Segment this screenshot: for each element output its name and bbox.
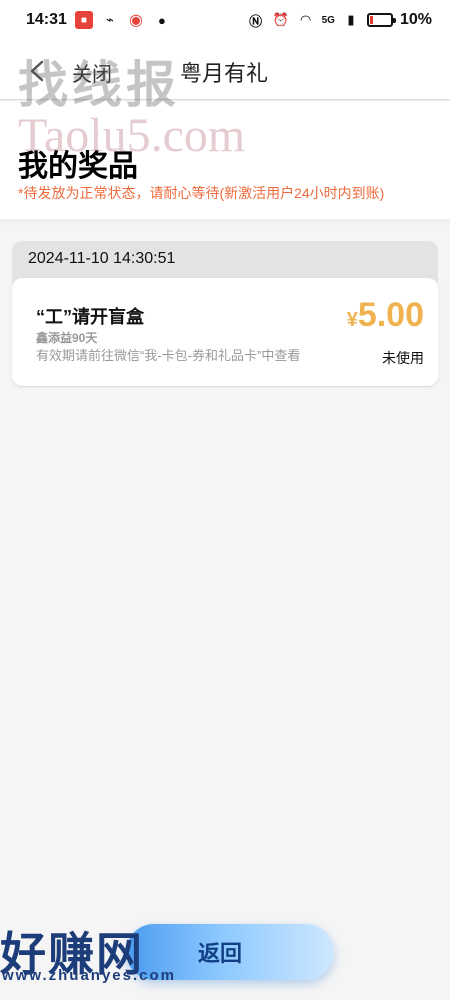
prize-status: 未使用 <box>382 350 424 366</box>
link-icon: ⌁ <box>106 12 114 27</box>
prize-card[interactable]: “工”请开盲盒 鑫添益90天 有效期请前往微信“我-卡包-券和礼品卡”中查看 ¥… <box>12 278 438 386</box>
status-time: 14:31 <box>26 11 67 28</box>
network-type: 5G <box>321 14 335 26</box>
page-title: 我的奖品 <box>18 150 138 183</box>
currency-symbol: ¥ <box>346 309 358 331</box>
record-time: 2024-11-10 14:30:51 <box>28 250 176 267</box>
prize-record: 2024-11-10 14:30:51 “工”请开盲盒 鑫添益90天 有效期请前… <box>12 241 438 387</box>
nav-bar: 关闭 粤月有礼 <box>0 40 450 100</box>
status-bar: 14:31 ■ ⌁ ◉ ● Ⓝ ⏰ ◠ 5G ▮ 10% <box>0 0 450 40</box>
header-card: 我的奖品 *待发放为正常状态，请耐心等待(新激活用户24小时内到账) <box>0 101 450 219</box>
battery-percent: 10% <box>399 11 432 28</box>
signal-icon: ▮ <box>347 12 355 27</box>
status-right: Ⓝ ⏰ ◠ 5G ▮ 10% <box>247 11 432 29</box>
prize-name: “工”请开盲盒 <box>36 307 144 327</box>
prize-price: ¥5.00 <box>347 296 424 335</box>
notice-text: *待发放为正常状态，请耐心等待(新激活用户24小时内到账) <box>18 185 385 201</box>
battery-icon <box>366 13 396 27</box>
nfc-icon: Ⓝ <box>249 13 263 29</box>
close-button[interactable]: 关闭 <box>72 58 112 87</box>
chevron-left-icon <box>30 60 44 82</box>
prize-subtitle: 鑫添益90天 <box>36 331 98 345</box>
status-left: 14:31 ■ ⌁ ◉ ● <box>26 11 171 29</box>
watermark-bottom-url: www.zhuanyes.com <box>2 967 176 984</box>
price-amount: 5.00 <box>357 296 424 334</box>
prize-note: 有效期请前往微信“我-卡包-券和礼品卡”中查看 <box>36 348 301 363</box>
weibo-icon: ◉ <box>128 12 143 29</box>
alarm-icon: ⏰ <box>272 12 289 27</box>
return-label: 返回 <box>198 941 243 966</box>
app-notification-icon: ■ <box>74 11 93 29</box>
back-button[interactable] <box>22 56 52 86</box>
nav-title: 粤月有礼 <box>180 61 269 86</box>
wifi-icon: ◠ <box>300 12 311 27</box>
qq-icon: ● <box>157 12 166 28</box>
